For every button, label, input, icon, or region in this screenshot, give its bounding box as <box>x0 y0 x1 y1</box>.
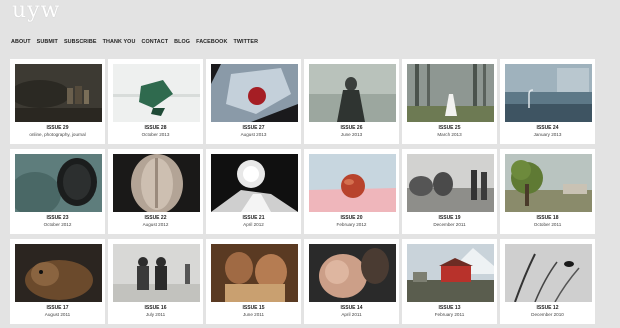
nav-subscribe[interactable]: SUBSCRIBE <box>64 39 97 45</box>
issue-cover-image[interactable] <box>505 64 592 122</box>
issue-title: ISSUE 18 <box>536 215 559 221</box>
issue-date: October 2011 <box>533 222 562 227</box>
issue-cover-image[interactable] <box>309 244 396 302</box>
issue-date: October 2013 <box>141 132 170 137</box>
issue-date: December 2011 <box>433 222 466 227</box>
issue-title: ISSUE 15 <box>242 305 265 311</box>
issue-title: ISSUE 22 <box>144 215 167 221</box>
issue-card[interactable]: ISSUE 26 June 2013 <box>304 59 399 144</box>
issue-title: ISSUE 17 <box>46 305 69 311</box>
issue-card[interactable]: ISSUE 19 December 2011 <box>402 149 497 234</box>
nav-twitter[interactable]: TWITTER <box>233 39 258 45</box>
issue-card[interactable]: ISSUE 13 February 2011 <box>402 239 497 324</box>
issue-card[interactable]: ISSUE 29 online, photography, journal <box>10 59 105 144</box>
issue-date: October 2012 <box>43 222 72 227</box>
issue-cover-image[interactable] <box>407 244 494 302</box>
issue-cover-image[interactable] <box>211 154 298 212</box>
issue-card[interactable]: ISSUE 20 February 2012 <box>304 149 399 234</box>
issue-title: ISSUE 23 <box>46 215 69 221</box>
issue-card[interactable]: ISSUE 22 August 2012 <box>108 149 203 234</box>
issue-title: ISSUE 13 <box>438 305 461 311</box>
issue-title: ISSUE 26 <box>340 125 363 131</box>
issue-date: February 2011 <box>434 312 465 317</box>
issue-date: February 2012 <box>336 222 367 227</box>
issue-card[interactable]: ISSUE 15 June 2011 <box>206 239 301 324</box>
issue-title: ISSUE 25 <box>438 125 461 131</box>
issue-card[interactable]: ISSUE 16 July 2011 <box>108 239 203 324</box>
issue-title: ISSUE 12 <box>536 305 559 311</box>
issue-card[interactable]: ISSUE 21 April 2012 <box>206 149 301 234</box>
issue-cover-image[interactable] <box>211 244 298 302</box>
issue-card[interactable]: ISSUE 12 December 2010 <box>500 239 595 324</box>
issue-cover-image[interactable] <box>113 154 200 212</box>
nav-submit[interactable]: SUBMIT <box>37 39 58 45</box>
issue-title: ISSUE 27 <box>242 125 265 131</box>
issue-title: ISSUE 20 <box>340 215 363 221</box>
issue-date: June 2013 <box>340 132 363 137</box>
issue-card[interactable]: ISSUE 24 January 2013 <box>500 59 595 144</box>
issue-card[interactable]: ISSUE 28 October 2013 <box>108 59 203 144</box>
issue-cover-image[interactable] <box>211 64 298 122</box>
issue-date: April 2012 <box>243 222 264 227</box>
nav-blog[interactable]: BLOG <box>174 39 190 45</box>
issue-card[interactable]: ISSUE 14 April 2011 <box>304 239 399 324</box>
nav-facebook[interactable]: FACEBOOK <box>196 39 227 45</box>
issue-date: January 2013 <box>533 132 562 137</box>
nav-contact[interactable]: CONTACT <box>141 39 168 45</box>
issue-date: August 2012 <box>142 222 169 227</box>
site-logo[interactable]: uyw <box>12 0 60 23</box>
issue-date: online, photography, journal <box>29 132 86 137</box>
issue-grid: ISSUE 29 online, photography, journal IS… <box>10 59 597 324</box>
issue-card[interactable]: ISSUE 18 October 2011 <box>500 149 595 234</box>
issue-cover-image[interactable] <box>113 244 200 302</box>
issue-date: April 2011 <box>341 312 362 317</box>
issue-date: June 2011 <box>242 312 265 317</box>
issue-title: ISSUE 24 <box>536 125 559 131</box>
issue-title: ISSUE 29 <box>46 125 69 131</box>
issue-date: August 2013 <box>240 132 267 137</box>
issue-cover-image[interactable] <box>15 244 102 302</box>
issue-date: August 2011 <box>44 312 71 317</box>
issue-title: ISSUE 19 <box>438 215 461 221</box>
issue-cover-image[interactable] <box>407 154 494 212</box>
issue-card[interactable]: ISSUE 17 August 2011 <box>10 239 105 324</box>
issue-date: December 2010 <box>531 312 564 317</box>
issue-cover-image[interactable] <box>15 154 102 212</box>
issue-title: ISSUE 21 <box>242 215 265 221</box>
issue-card[interactable]: ISSUE 25 March 2013 <box>402 59 497 144</box>
main-nav: ABOUT SUBMIT SUBSCRIBE THANK YOU CONTACT… <box>11 39 258 45</box>
issue-cover-image[interactable] <box>309 154 396 212</box>
issue-cover-image[interactable] <box>505 244 592 302</box>
issue-cover-image[interactable] <box>15 64 102 122</box>
issue-title: ISSUE 28 <box>144 125 167 131</box>
nav-thank-you[interactable]: THANK YOU <box>103 39 136 45</box>
issue-title: ISSUE 16 <box>144 305 167 311</box>
issue-cover-image[interactable] <box>505 154 592 212</box>
issue-card[interactable]: ISSUE 23 October 2012 <box>10 149 105 234</box>
nav-about[interactable]: ABOUT <box>11 39 31 45</box>
issue-cover-image[interactable] <box>113 64 200 122</box>
issue-card[interactable]: ISSUE 27 August 2013 <box>206 59 301 144</box>
issue-date: July 2011 <box>145 312 166 317</box>
issue-date: March 2013 <box>437 132 462 137</box>
issue-title: ISSUE 14 <box>340 305 363 311</box>
issue-cover-image[interactable] <box>309 64 396 122</box>
issue-cover-image[interactable] <box>407 64 494 122</box>
